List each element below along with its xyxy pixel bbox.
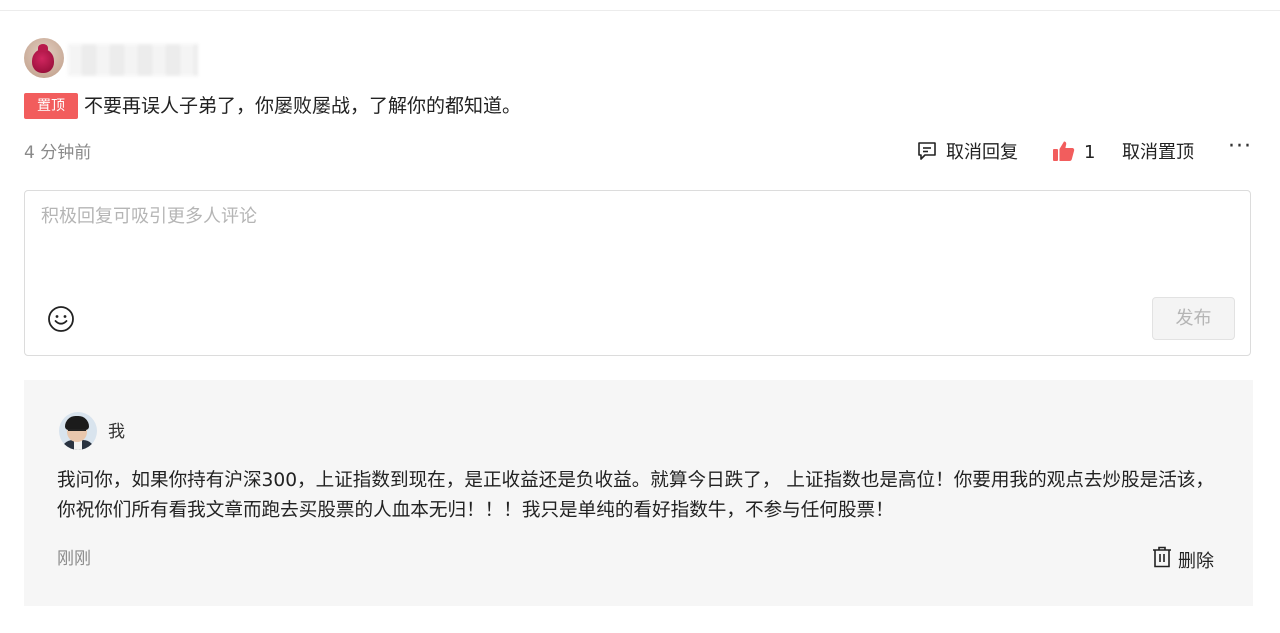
avatar-hair [65,416,89,430]
unpin-button[interactable]: 取消置顶 [1122,139,1194,167]
reply-panel: 我 我问你，如果你持有沪深300，上证指数到现在，是正收益还是负收益。就算今日跌… [24,380,1253,606]
reply-input-box[interactable]: 积极回复可吸引更多人评论 发布 [24,190,1251,356]
pinned-badge: 置顶 [24,93,78,119]
comment-text: 不要再误人子弟了，你屡败屡战，了解你的都知道。 [84,95,522,117]
delete-reply-button[interactable]: 删除 [1152,546,1214,573]
unpin-label: 取消置顶 [1122,142,1194,163]
top-divider [0,10,1280,11]
thumbs-up-icon [1052,139,1076,167]
smiley-icon [48,306,74,332]
reply-input-placeholder: 积极回复可吸引更多人评论 [41,206,257,227]
emoji-button[interactable] [47,305,75,333]
cancel-reply-button[interactable]: 取消回复 [916,139,1018,167]
delete-label: 删除 [1178,550,1214,572]
publish-button[interactable]: 发布 [1152,297,1235,340]
commenter-username-redacted [68,44,198,76]
more-options-button[interactable]: ··· [1228,134,1252,159]
comment-timestamp: 4 分钟前 [24,143,92,163]
comment-icon [916,140,938,166]
reply-timestamp: 刚刚 [57,549,91,569]
reply-text: 我问你，如果你持有沪深300，上证指数到现在，是正收益还是负收益。就算今日跌了，… [57,470,1215,521]
commenter-avatar[interactable] [24,38,64,78]
avatar-flower-image [32,44,54,73]
my-avatar[interactable] [59,412,97,450]
like-count: 1 [1084,142,1096,163]
like-button[interactable]: 1 [1052,139,1095,167]
reply-author-name[interactable]: 我 [108,419,125,445]
cancel-reply-label: 取消回复 [946,142,1018,163]
avatar-glasses [68,429,86,435]
trash-icon [1152,546,1172,573]
